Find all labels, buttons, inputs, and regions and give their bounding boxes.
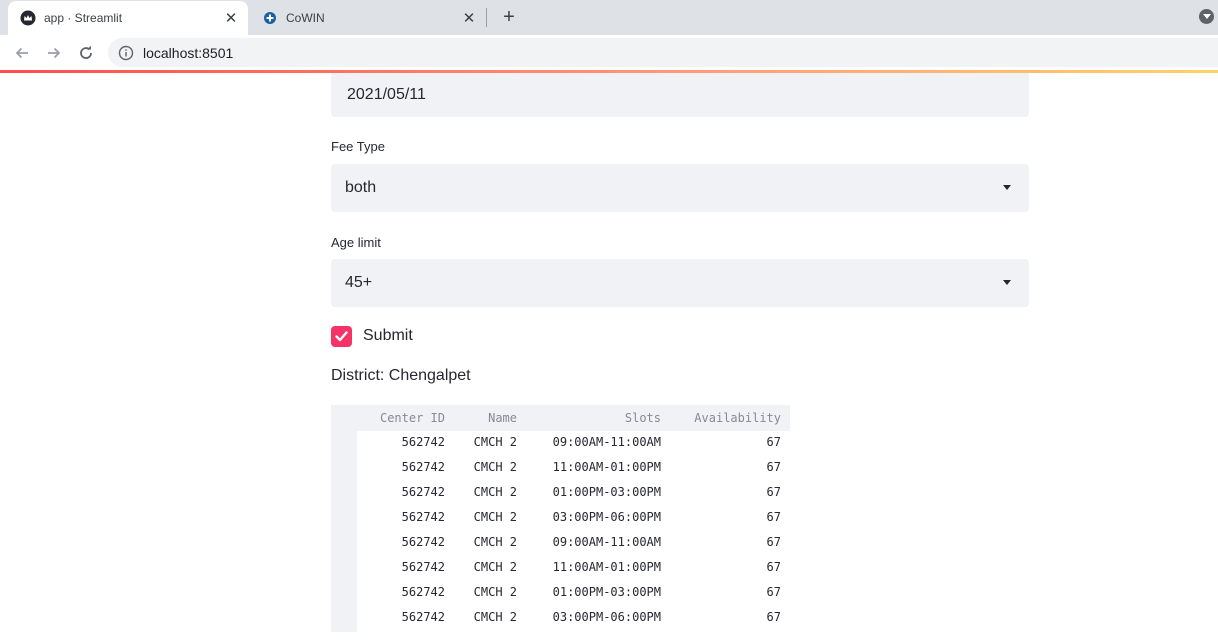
district-text: District: Chengalpet (331, 367, 471, 384)
cell-availability: 67 (766, 585, 781, 599)
checkmark-icon (335, 330, 348, 341)
caret-down-icon (1003, 185, 1011, 190)
column-header[interactable]: Availability (667, 411, 781, 425)
submit-checkbox-label: Submit (363, 327, 413, 344)
browser-tabstrip: app · Streamlit ✕ CoWIN ✕ + (0, 0, 1218, 35)
cell-availability: 67 (766, 610, 781, 624)
url-text: localhost:8501 (143, 44, 234, 61)
tab-search-chevron-icon[interactable] (1199, 9, 1214, 24)
cell-name: CMCH 2 (473, 485, 517, 499)
cell-center-id: 562742 (401, 510, 445, 524)
cell-availability: 67 (766, 560, 781, 574)
cell-name: CMCH 2 (473, 510, 517, 524)
back-arrow-icon[interactable] (10, 41, 34, 65)
age-limit-select[interactable]: 45+ (331, 259, 1029, 307)
cell-name: CMCH 2 (473, 585, 517, 599)
submit-checkbox[interactable] (331, 325, 352, 347)
cell-slots: 09:00AM-11:00AM (552, 435, 661, 449)
table-row: 562742 CMCH 2 11:00AM-01:00PM 67 (331, 456, 790, 481)
cell-availability: 67 (766, 435, 781, 449)
tab-title: CoWIN (286, 10, 325, 25)
table-row: 562742 CMCH 2 03:00PM-06:00PM 67 (331, 506, 790, 531)
cell-slots: 01:00PM-03:00PM (552, 585, 661, 599)
cell-name: CMCH 2 (473, 560, 517, 574)
cell-name: CMCH 2 (473, 610, 517, 624)
cell-center-id: 562742 (401, 460, 445, 474)
results-dataframe[interactable]: Center ID Name Slots Availability 562742… (331, 405, 790, 632)
cell-slots: 11:00AM-01:00PM (552, 460, 661, 474)
streamlit-crown-icon (20, 10, 36, 26)
address-bar[interactable]: localhost:8501 (108, 38, 1218, 67)
column-header[interactable]: Name (451, 411, 517, 425)
fee-type-label: Fee Type (331, 139, 385, 154)
cell-center-id: 562742 (401, 485, 445, 499)
date-input-value: 2021/05/11 (347, 86, 426, 103)
cell-name: CMCH 2 (473, 435, 517, 449)
age-limit-label: Age limit (331, 235, 381, 250)
cell-name: CMCH 2 (473, 535, 517, 549)
submit-checkbox-row[interactable]: Submit (331, 325, 413, 347)
caret-down-icon (1003, 280, 1011, 285)
cell-slots: 11:00AM-01:00PM (552, 560, 661, 574)
table-row: 562742 CMCH 2 01:00PM-03:00PM 67 (331, 581, 790, 606)
fee-type-select[interactable]: both (331, 164, 1029, 212)
cell-center-id: 562742 (401, 610, 445, 624)
close-tab-icon[interactable]: ✕ (222, 9, 240, 27)
cell-center-id: 562742 (401, 560, 445, 574)
table-row: 562742 CMCH 2 11:00AM-01:00PM 67 (331, 556, 790, 581)
cell-availability: 67 (766, 510, 781, 524)
new-tab-plus-icon[interactable]: + (498, 6, 520, 28)
cell-center-id: 562742 (401, 535, 445, 549)
age-limit-value: 45+ (345, 274, 373, 291)
reload-icon[interactable] (74, 41, 98, 65)
fee-type-value: both (345, 179, 377, 196)
table-row: 562742 CMCH 2 09:00AM-11:00AM 67 (331, 531, 790, 556)
cell-name: CMCH 2 (473, 460, 517, 474)
tab-divider (486, 8, 487, 27)
tab-streamlit-app[interactable]: app · Streamlit ✕ (8, 1, 248, 35)
cell-center-id: 562742 (401, 585, 445, 599)
cell-slots: 01:00PM-03:00PM (552, 485, 661, 499)
cell-slots: 03:00PM-06:00PM (552, 510, 661, 524)
cell-availability: 67 (766, 535, 781, 549)
table-row: 562742 CMCH 2 01:00PM-03:00PM 67 (331, 481, 790, 506)
tab-cowin[interactable]: CoWIN ✕ (250, 0, 486, 35)
cell-availability: 67 (766, 460, 781, 474)
column-header[interactable]: Slots (523, 411, 661, 425)
tab-title: app · Streamlit (44, 11, 123, 25)
table-row: 562742 CMCH 2 09:00AM-11:00AM 67 (331, 431, 790, 456)
cell-availability: 67 (766, 485, 781, 499)
close-tab-icon[interactable]: ✕ (460, 9, 478, 27)
date-input[interactable]: 2021/05/11 (331, 73, 1029, 117)
cell-center-id: 562742 (401, 435, 445, 449)
info-icon[interactable] (118, 45, 134, 61)
forward-arrow-icon[interactable] (42, 41, 66, 65)
cell-slots: 03:00PM-06:00PM (552, 610, 661, 624)
browser-toolbar: localhost:8501 (0, 35, 1218, 70)
table-row: 562742 CMCH 2 03:00PM-06:00PM 67 (331, 606, 790, 631)
cell-slots: 09:00AM-11:00AM (552, 535, 661, 549)
cowin-plus-icon (262, 10, 278, 26)
column-header[interactable]: Center ID (357, 411, 445, 425)
